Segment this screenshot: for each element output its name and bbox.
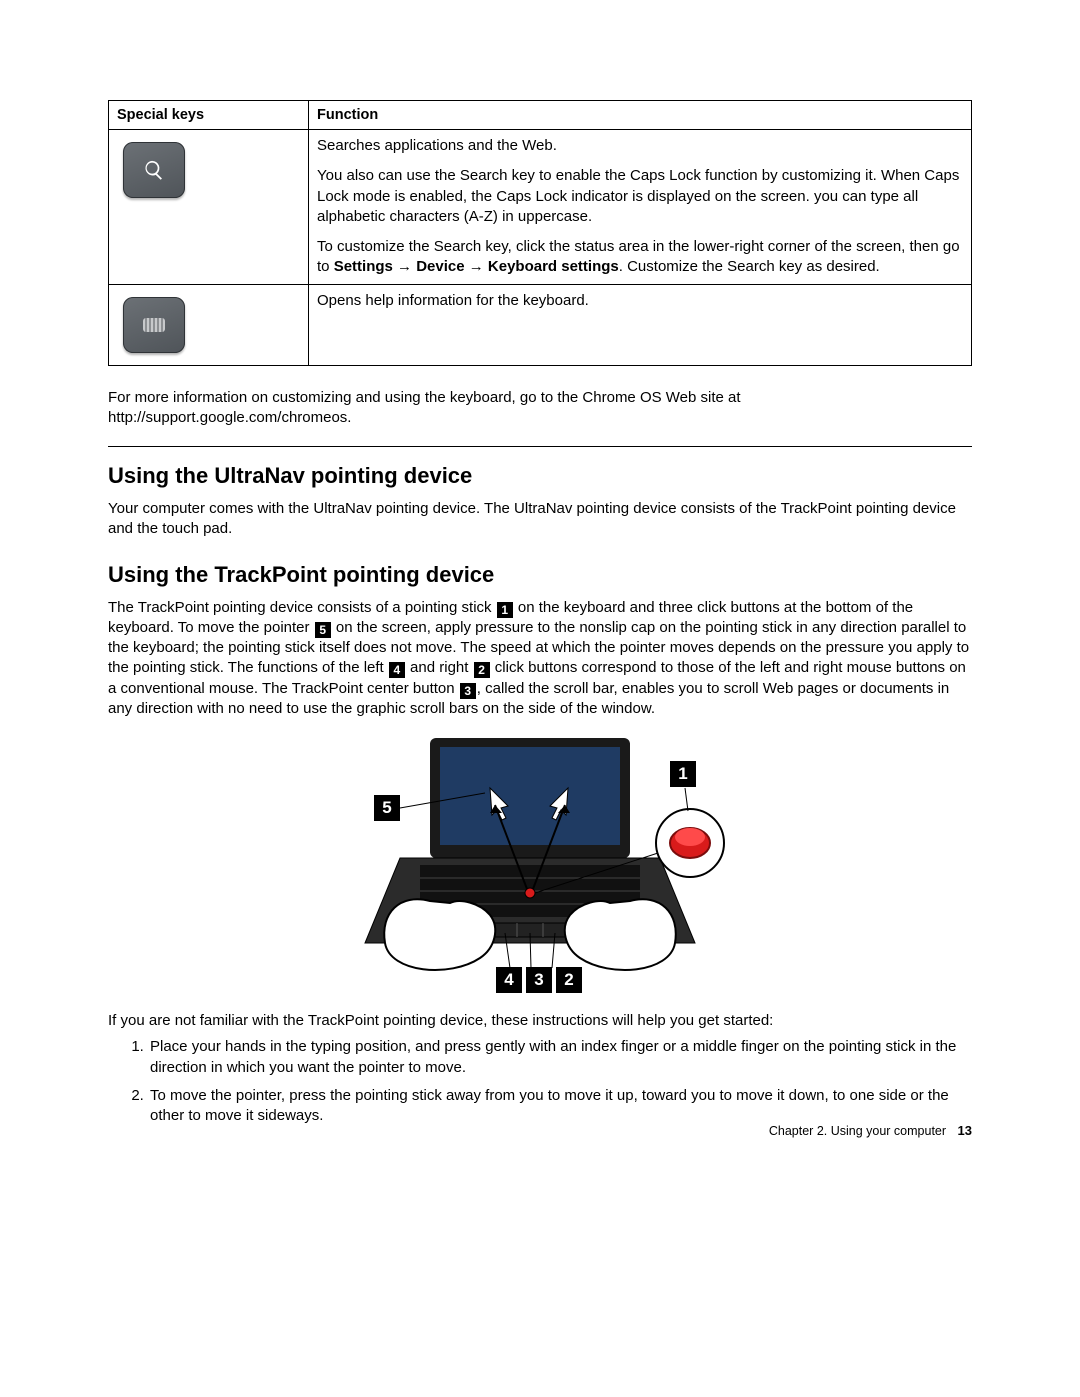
search-desc-p3: To customize the Search key, click the s… <box>317 237 963 278</box>
col-header-keys: Special keys <box>109 101 309 130</box>
inline-callout-3: 3 <box>460 683 476 699</box>
section-divider <box>108 446 972 447</box>
callout-1: 1 <box>670 761 696 787</box>
search-desc-p2: You also can use the Search key to enabl… <box>317 166 963 227</box>
search-desc-p1: Searches applications and the Web. <box>317 136 963 156</box>
callout-4: 4 <box>496 967 522 993</box>
magnifier-icon <box>143 159 165 181</box>
page-footer: Chapter 2. Using your computer 13 <box>769 1123 972 1138</box>
footer-page-number: 13 <box>958 1123 972 1138</box>
special-keys-table: Special keys Function Searches applicati… <box>108 100 972 366</box>
trackpoint-illustration: 1 5 4 3 2 <box>108 733 972 993</box>
step-1: Place your hands in the typing position,… <box>148 1037 972 1078</box>
document-page: Special keys Function Searches applicati… <box>0 0 1080 1194</box>
tp-text-d: and right <box>406 659 473 676</box>
getting-started-paragraph: If you are not familiar with the TrackPo… <box>108 1011 972 1031</box>
callout-3: 3 <box>526 967 552 993</box>
footer-chapter: Chapter 2. Using your computer <box>769 1124 946 1138</box>
callout-5: 5 <box>374 795 400 821</box>
heading-ultranav: Using the UltraNav pointing device <box>108 463 972 489</box>
settings-path: Settings → Device → Keyboard settings <box>334 258 619 275</box>
trackpoint-paragraph: The TrackPoint pointing device consists … <box>108 598 972 720</box>
search-key-icon <box>123 142 185 198</box>
table-header-row: Special keys Function <box>109 101 972 130</box>
help-key-icon <box>123 297 185 353</box>
search-desc-p3c: . Customize the Search key as desired. <box>619 258 880 275</box>
table-row: Opens help information for the keyboard. <box>109 284 972 365</box>
col-header-function: Function <box>309 101 972 130</box>
inline-callout-2: 2 <box>474 662 490 678</box>
getting-started-steps: Place your hands in the typing position,… <box>108 1037 972 1126</box>
help-key-desc: Opens help information for the keyboard. <box>309 284 972 365</box>
more-info-paragraph: For more information on customizing and … <box>108 388 972 429</box>
search-key-cell <box>109 130 309 285</box>
keyboard-help-icon <box>143 318 165 332</box>
help-desc-text: Opens help information for the keyboard. <box>317 291 963 347</box>
tp-text-a: The TrackPoint pointing device consists … <box>108 599 496 616</box>
callout-2: 2 <box>556 967 582 993</box>
inline-callout-4: 4 <box>389 662 405 678</box>
inline-callout-1: 1 <box>497 602 513 618</box>
step-2: To move the pointer, press the pointing … <box>148 1086 972 1127</box>
heading-trackpoint: Using the TrackPoint pointing device <box>108 562 972 588</box>
help-key-cell <box>109 284 309 365</box>
inline-callout-5: 5 <box>315 622 331 638</box>
table-row: Searches applications and the Web. You a… <box>109 130 972 285</box>
ultranav-paragraph: Your computer comes with the UltraNav po… <box>108 499 972 540</box>
search-key-desc: Searches applications and the Web. You a… <box>309 130 972 285</box>
